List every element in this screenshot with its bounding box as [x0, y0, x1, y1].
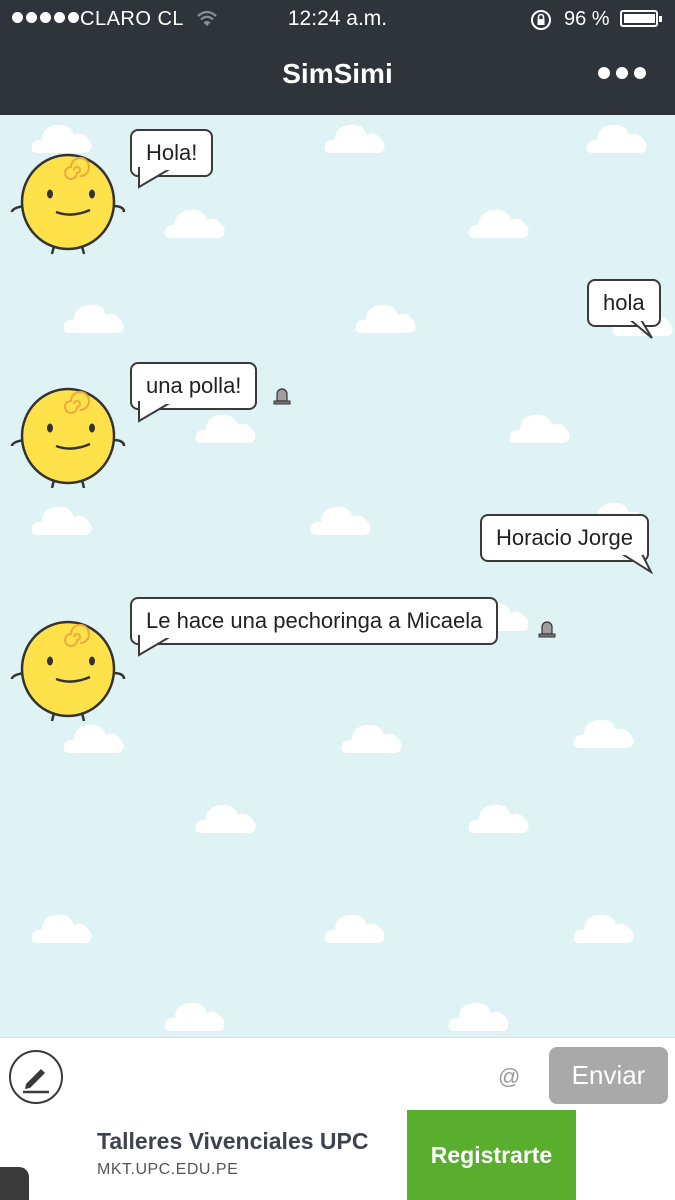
bubble-tail [138, 401, 181, 423]
cloud-icon [585, 115, 649, 155]
cloud-icon [30, 905, 94, 945]
cloud-icon [194, 405, 258, 445]
message-text: Hola! [146, 140, 198, 165]
cloud-icon [467, 200, 531, 240]
ad-title: Talleres Vivenciales UPC [97, 1128, 369, 1154]
page-title: SimSimi [282, 58, 393, 89]
report-siren-icon[interactable] [272, 387, 292, 405]
cloud-icon [194, 795, 258, 835]
cloud-icon [163, 993, 227, 1033]
mention-at-button[interactable]: @ [498, 1064, 520, 1090]
simsimi-avatar [10, 382, 128, 492]
battery-icon [620, 10, 662, 27]
send-button[interactable]: Enviar [549, 1047, 668, 1104]
status-bar: CLARO CL 12:24 a.m. 96 % [0, 0, 675, 38]
message-text: Le hace una pechoringa a Micaela [146, 608, 483, 633]
message-text: una polla! [146, 373, 242, 398]
message-text: hola [603, 290, 645, 315]
message-text: Horacio Jorge [496, 525, 633, 550]
cloud-icon [309, 497, 373, 537]
simsimi-avatar [10, 615, 128, 725]
bubble-tail [138, 167, 181, 189]
bubble-tail [617, 552, 653, 574]
cloud-icon [340, 715, 404, 755]
chat-area[interactable]: Hola! hola una polla! Horacio Jorge Le h… [0, 115, 675, 1037]
report-siren-icon[interactable] [537, 620, 557, 638]
ad-register-button[interactable]: Registrarte [407, 1110, 576, 1200]
cloud-icon [323, 115, 387, 155]
simsimi-avatar [10, 148, 128, 258]
cloud-icon [508, 405, 572, 445]
cloud-icon [30, 497, 94, 537]
corner-tab [0, 1167, 29, 1200]
bubble-tail [138, 635, 181, 657]
message-composer: @ Enviar [0, 1037, 675, 1110]
cloud-icon [572, 710, 636, 750]
battery-percent: 96 % [564, 8, 610, 30]
rotation-lock-icon [530, 9, 552, 36]
cloud-icon [467, 795, 531, 835]
ad-url: MKT.UPC.EDU.PE [97, 1161, 239, 1178]
cloud-icon [572, 905, 636, 945]
cloud-icon [163, 200, 227, 240]
pencil-icon[interactable] [9, 1050, 63, 1104]
more-options-icon[interactable] [598, 67, 646, 79]
cloud-icon [323, 905, 387, 945]
cloud-icon [62, 295, 126, 335]
ad-banner[interactable]: Talleres Vivenciales UPC MKT.UPC.EDU.PE … [0, 1109, 675, 1200]
message-input[interactable] [75, 1052, 489, 1100]
cloud-icon [354, 295, 418, 335]
top-bar: CLARO CL 12:24 a.m. 96 % SimSimi [0, 0, 675, 115]
bubble-tail [626, 318, 653, 339]
cloud-icon [447, 993, 511, 1033]
